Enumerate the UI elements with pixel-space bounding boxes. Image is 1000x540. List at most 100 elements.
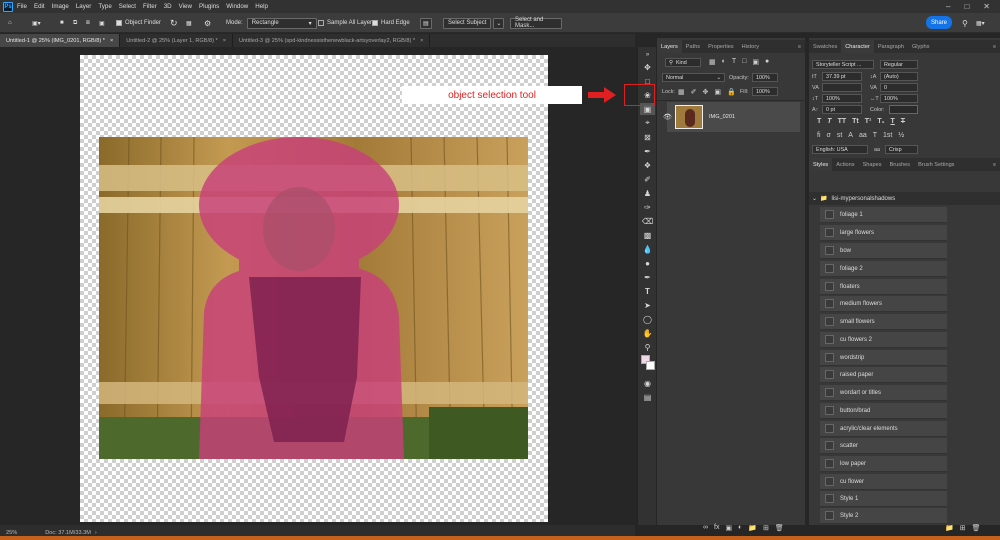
leading-input[interactable]: (Auto) [880,72,918,81]
swash-icon[interactable]: A [848,132,853,139]
blur-tool-icon[interactable]: 💧 [640,243,655,255]
style-item[interactable]: floaters [820,279,947,295]
style-item[interactable]: medium flowers [820,296,947,312]
menu-image[interactable]: Image [52,3,69,10]
eraser-tool-icon[interactable]: ⌫ [640,215,655,227]
tab-brushes[interactable]: Brushes [886,158,915,171]
style-item[interactable]: scatter [820,438,947,454]
gear-icon[interactable]: ⚙ [204,17,211,29]
close-icon[interactable]: × [420,38,423,44]
fill-input[interactable]: 100% [752,87,778,96]
menu-view[interactable]: View [179,3,192,10]
tab-history[interactable]: History [738,40,763,53]
superscript-icon[interactable]: T¹ [865,118,872,125]
close-icon[interactable]: ✕ [983,2,990,11]
style-item[interactable]: large flowers [820,225,947,241]
share-button[interactable]: Share [926,16,952,29]
filter-toggle-icon[interactable]: ● [765,58,769,66]
all-caps-icon[interactable]: TT [838,118,847,125]
visibility-eye-icon[interactable]: 👁 [663,113,672,121]
style-item[interactable]: raised paper [820,367,947,383]
layer-row[interactable]: 👁 IMG_0201 [663,102,800,132]
screen-mode-icon[interactable]: ▤ [640,391,655,403]
faux-bold-icon[interactable]: T [817,118,821,125]
sample-all-layers-checkbox[interactable]: Sample All Layers [318,17,375,29]
stamp-tool-icon[interactable]: ♟ [640,187,655,199]
zoom-level[interactable]: 25% [6,530,17,536]
menu-type[interactable]: Type [98,3,111,10]
mode-select[interactable]: Rectangle ▾ [246,17,317,29]
style-item[interactable]: wordstrip [820,350,947,366]
toolbar-collapse-icon[interactable]: » [640,49,655,61]
healing-brush-icon[interactable]: ❖ [640,159,655,171]
chevron-right-icon[interactable]: › [95,530,97,536]
tab-untitled-1[interactable]: Untitled-1 @ 25% (IMG_0201, RGB/8) * × [0,34,121,47]
style-item[interactable]: foliage 2 [820,261,947,277]
move-tool-icon[interactable]: ✥ [640,61,655,73]
select-subject-dropdown[interactable]: ⌄ [493,17,505,29]
font-size-input[interactable]: 37.39 pt [822,72,862,81]
mask-icon[interactable]: ▣ [725,524,732,532]
lock-artboard-icon[interactable]: ▣ [714,88,721,96]
lock-pixels-icon[interactable]: ✐ [691,88,697,96]
menu-file[interactable]: File [17,3,27,10]
style-item[interactable]: Style 1 [820,491,947,507]
add-selection-icon[interactable]: ⧉ [73,17,77,29]
subscript-icon[interactable]: T₁ [877,118,884,125]
menu-select[interactable]: Select [119,3,136,10]
style-item[interactable]: acrylic/clear elements [820,421,947,437]
style-item[interactable]: small flowers [820,314,947,330]
select-subject-button[interactable]: Select Subject [443,17,492,29]
titling-icon[interactable]: T [873,132,877,139]
smart-filter-icon[interactable]: ▣ [752,58,759,66]
panel-menu-icon[interactable]: ≡ [989,40,1000,53]
tab-paths[interactable]: Paths [682,40,704,53]
adjustment-icon[interactable]: ◐ [738,524,742,532]
ligature-icon[interactable]: fi [817,132,821,139]
history-brush-icon[interactable]: ✑ [640,201,655,213]
tab-character[interactable]: Character [841,40,874,53]
menu-window[interactable]: Window [226,3,248,10]
tab-actions[interactable]: Actions [832,158,858,171]
object-selection-tool-preset-icon[interactable]: ▣▾ [32,17,41,29]
style-item[interactable]: button/brad [820,403,947,419]
kerning-input[interactable] [822,83,862,92]
gradient-tool-icon[interactable]: ▩ [640,229,655,241]
workspace-icon[interactable]: ▦▾ [976,17,985,29]
tab-untitled-2[interactable]: Untitled-2 @ 25% (Layer 1, RGB/8) * × [120,34,234,47]
select-and-mask-button[interactable]: Select and Mask... [510,17,562,29]
horizontal-scale-input[interactable]: 100% [880,94,918,103]
folder-icon[interactable]: 📁 [748,524,757,532]
intersect-selection-icon[interactable]: ▣ [99,17,105,29]
zoom-tool-icon[interactable]: ⚲ [640,341,655,353]
dodge-tool-icon[interactable]: ● [640,257,655,269]
type-tool-icon[interactable]: T [640,285,655,297]
adjustment-filter-icon[interactable]: ◐ [722,58,726,66]
contextual-icon[interactable]: σ [827,132,831,139]
anti-alias-select[interactable]: Crisp [885,145,918,154]
pixel-filter-icon[interactable]: ▦ [709,58,716,66]
menu-plugins[interactable]: Plugins [199,3,219,10]
panel-menu-icon[interactable]: ≡ [794,40,805,53]
quick-mask-icon[interactable]: ◉ [640,377,655,389]
style-item[interactable]: bow [820,243,947,259]
language-select[interactable]: English: USA [812,145,868,154]
tab-untitled-3[interactable]: Untitled-3 @ 25% (spd-kindnessisthenewbl… [233,34,431,47]
style-item[interactable]: low paper [820,456,947,472]
eyedropper-tool-icon[interactable]: ✒ [640,145,655,157]
home-icon[interactable]: ⌂ [8,17,12,29]
tracking-input[interactable]: 0 [880,83,918,92]
folder-icon[interactable]: 📁 [945,524,954,532]
close-icon[interactable]: × [223,38,226,44]
style-item[interactable]: cu flowers 2 [820,332,947,348]
object-finder-toggle[interactable]: Object Finder [116,17,161,29]
faux-italic-icon[interactable]: T [827,118,831,125]
close-icon[interactable]: × [110,38,113,44]
link-icon[interactable]: ∞ [703,524,708,532]
search-icon[interactable]: ⚲ [962,17,968,29]
hand-tool-icon[interactable]: ✋ [640,327,655,339]
fx-icon[interactable]: fx [714,524,719,532]
maximize-icon[interactable]: □ [964,2,969,11]
panel-menu-icon[interactable]: ≡ [989,158,1000,171]
menu-help[interactable]: Help [255,3,268,10]
